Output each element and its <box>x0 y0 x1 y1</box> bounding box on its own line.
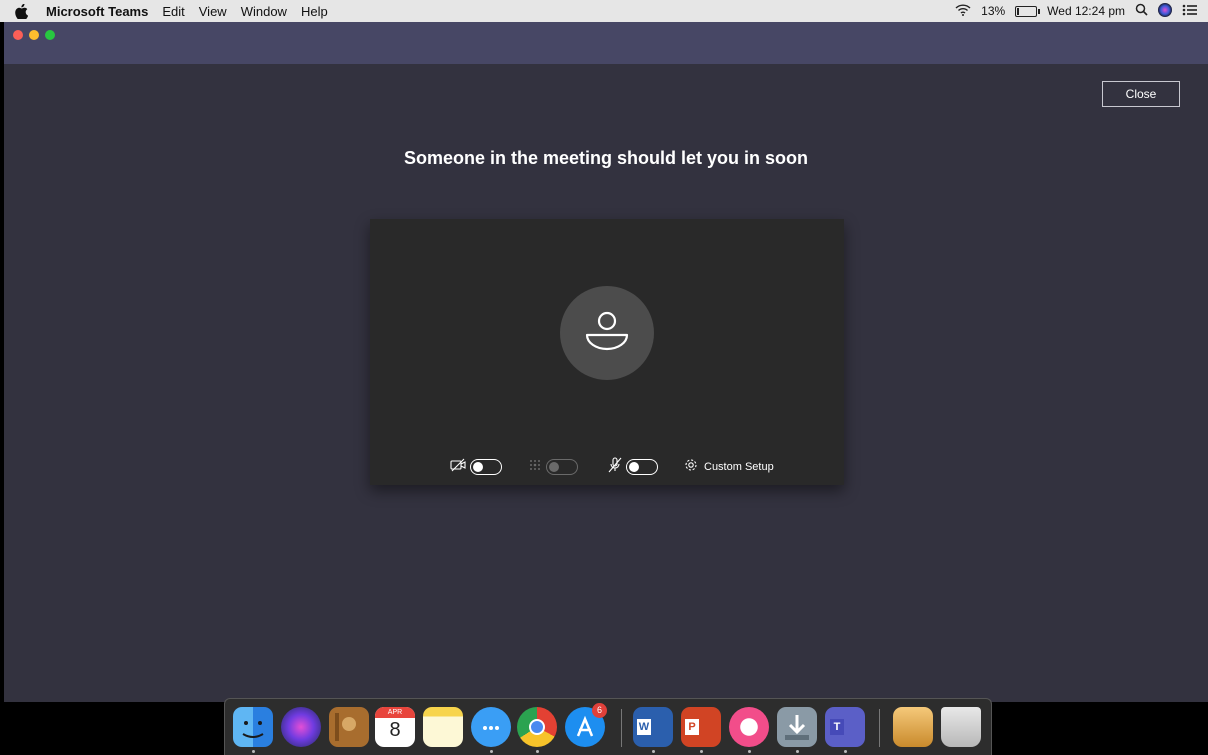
video-preview: Custom Setup <box>370 219 844 485</box>
lobby-headline: Someone in the meeting should let you in… <box>403 148 809 168</box>
close-button[interactable]: Close <box>1102 81 1180 107</box>
calendar-day: 8 <box>389 719 401 741</box>
menu-help[interactable]: Help <box>301 4 328 19</box>
word-icon[interactable]: W <box>633 707 673 747</box>
contacts-icon[interactable] <box>329 707 369 747</box>
siri-icon[interactable] <box>1158 2 1172 20</box>
mic-control <box>608 455 658 479</box>
mic-off-icon <box>608 456 622 478</box>
running-indicator <box>252 750 255 753</box>
video-off-icon <box>450 458 466 477</box>
archive-icon[interactable] <box>893 707 933 747</box>
running-indicator <box>844 750 847 753</box>
person-icon <box>585 311 629 351</box>
battery-percent: 13% <box>981 4 1006 18</box>
zoom-window-button[interactable] <box>45 30 55 40</box>
control-center-icon[interactable] <box>1182 4 1198 19</box>
dock: APR 8 W P T <box>224 698 992 755</box>
custom-setup-button[interactable]: Custom Setup <box>684 455 774 479</box>
notes-icon[interactable] <box>423 707 463 747</box>
menu-bar: Microsoft Teams Edit View Window Help 13… <box>0 0 1208 22</box>
app-menu[interactable]: Microsoft Teams <box>46 4 148 19</box>
running-indicator <box>536 750 539 753</box>
minimize-window-button[interactable] <box>29 30 39 40</box>
apple-icon[interactable] <box>14 3 28 19</box>
running-indicator <box>652 750 655 753</box>
lobby-window: Close Someone in the meeting should let … <box>4 64 1208 702</box>
powerpoint-icon[interactable]: P <box>681 707 721 747</box>
running-indicator <box>700 750 703 753</box>
running-indicator <box>490 750 493 753</box>
finder-icon[interactable] <box>233 707 273 747</box>
messages-icon[interactable] <box>471 707 511 747</box>
dock-separator <box>621 709 622 747</box>
downloads-icon[interactable] <box>777 707 817 747</box>
close-window-button[interactable] <box>13 30 23 40</box>
clock[interactable]: Wed 12:24 pm <box>1047 4 1125 18</box>
running-indicator <box>796 750 799 753</box>
running-indicator <box>748 750 751 753</box>
background-blur-control <box>528 455 578 479</box>
window-titlebar <box>4 22 1208 64</box>
mic-toggle[interactable] <box>626 459 658 475</box>
custom-setup-label: Custom Setup <box>704 461 774 473</box>
teams-icon[interactable]: T <box>825 707 865 747</box>
menu-edit[interactable]: Edit <box>162 4 184 19</box>
blur-toggle[interactable] <box>546 459 578 475</box>
search-icon[interactable] <box>1135 3 1148 19</box>
dock-separator <box>879 709 880 747</box>
status-area: 13% Wed 12:24 pm <box>955 0 1198 22</box>
menu-window[interactable]: Window <box>241 4 287 19</box>
blur-icon <box>528 458 542 477</box>
chrome-icon[interactable] <box>517 707 557 747</box>
calendar-icon[interactable]: APR 8 <box>375 707 415 747</box>
trash-icon[interactable] <box>941 707 981 747</box>
device-controls: Custom Setup <box>370 455 844 479</box>
menu-view[interactable]: View <box>199 4 227 19</box>
video-toggle[interactable] <box>470 459 502 475</box>
avatar <box>560 286 654 380</box>
itunes-icon[interactable] <box>729 707 769 747</box>
siri-dock-icon[interactable] <box>281 707 321 747</box>
wifi-icon[interactable] <box>955 3 971 19</box>
app-store-badge: 6 <box>592 703 607 718</box>
gear-icon <box>684 458 698 477</box>
calendar-month: APR <box>375 707 415 718</box>
video-control <box>450 455 502 479</box>
battery-icon[interactable] <box>1015 5 1041 17</box>
